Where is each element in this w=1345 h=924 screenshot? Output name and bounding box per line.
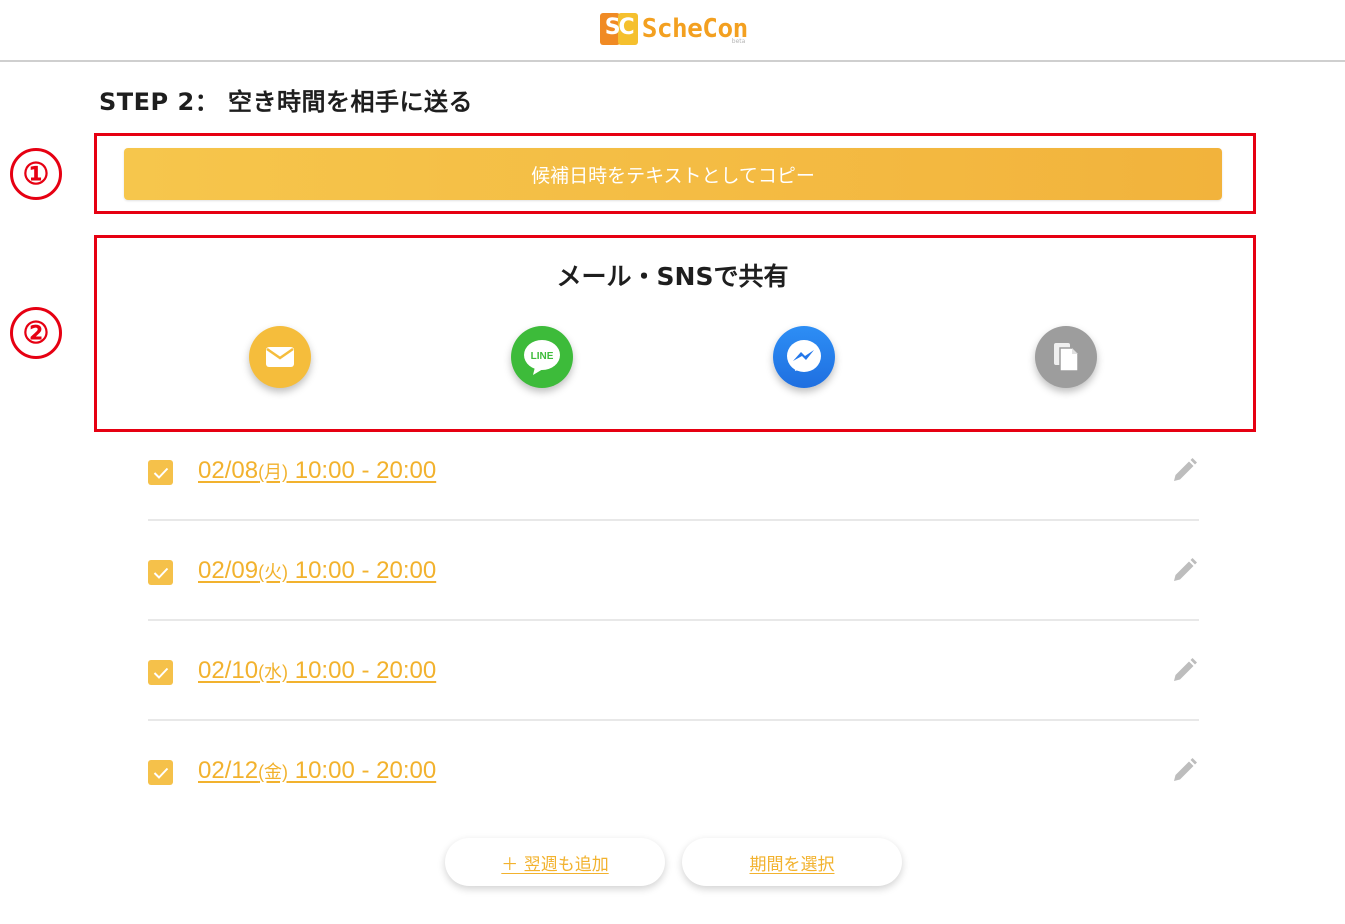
annotation-number-2: ② [10, 307, 62, 359]
mail-icon [266, 347, 294, 367]
slot-date-link[interactable]: 02/09(火) 10:00 - 20:00 [198, 557, 436, 585]
slot-date-link[interactable]: 02/10(水) 10:00 - 20:00 [198, 657, 436, 685]
app-header: SC ScheCon beta [0, 0, 1345, 62]
logo[interactable]: SC ScheCon beta [599, 11, 748, 47]
pencil-icon[interactable] [1169, 756, 1199, 786]
slot-checkbox[interactable] [148, 560, 173, 585]
share-title: メール・SNSで共有 [556, 262, 789, 291]
slot-checkbox[interactable] [148, 460, 173, 485]
check-icon [153, 767, 168, 779]
page: SC ScheCon beta STEP 2： 空き時間を相手に送る ① ② 候… [0, 0, 1345, 924]
list-item: 02/08(月) 10:00 - 20:00 [148, 421, 1199, 521]
logo-mark-icon: SC [599, 11, 638, 47]
list-item: 02/12(金) 10:00 - 20:00 [148, 721, 1199, 821]
check-icon [153, 467, 168, 479]
logo-beta: beta [731, 38, 746, 45]
line-icon: LINE [524, 340, 560, 375]
list-item: 02/09(火) 10:00 - 20:00 [148, 521, 1199, 621]
line-share-button[interactable]: LINE [511, 326, 573, 388]
pencil-icon[interactable] [1169, 556, 1199, 586]
copy-as-text-button[interactable]: 候補日時をテキストとしてコピー [124, 148, 1222, 200]
select-period-button[interactable]: 期間を選択 [682, 838, 902, 886]
mail-share-button[interactable] [249, 326, 311, 388]
check-icon [153, 567, 168, 579]
pencil-icon[interactable] [1169, 456, 1199, 486]
copy-share-button[interactable] [1035, 326, 1097, 388]
check-icon [153, 667, 168, 679]
messenger-icon [787, 340, 821, 372]
add-next-week-button[interactable]: ＋ 翌週も追加 [445, 838, 665, 886]
pencil-icon[interactable] [1169, 656, 1199, 686]
copy-icon [1054, 343, 1079, 372]
slot-date-link[interactable]: 02/08(月) 10:00 - 20:00 [198, 457, 436, 485]
messenger-share-button[interactable] [773, 326, 835, 388]
slot-checkbox[interactable] [148, 760, 173, 785]
annotation-number-1: ① [10, 148, 62, 200]
slot-date-link[interactable]: 02/12(金) 10:00 - 20:00 [198, 757, 436, 785]
slot-checkbox[interactable] [148, 660, 173, 685]
time-slot-list: 02/08(月) 10:00 - 20:00 02/09(火) 10:00 - … [148, 421, 1199, 821]
step-title: STEP 2： 空き時間を相手に送る [99, 88, 474, 116]
svg-text:LINE: LINE [531, 351, 554, 362]
list-item: 02/10(水) 10:00 - 20:00 [148, 621, 1199, 721]
